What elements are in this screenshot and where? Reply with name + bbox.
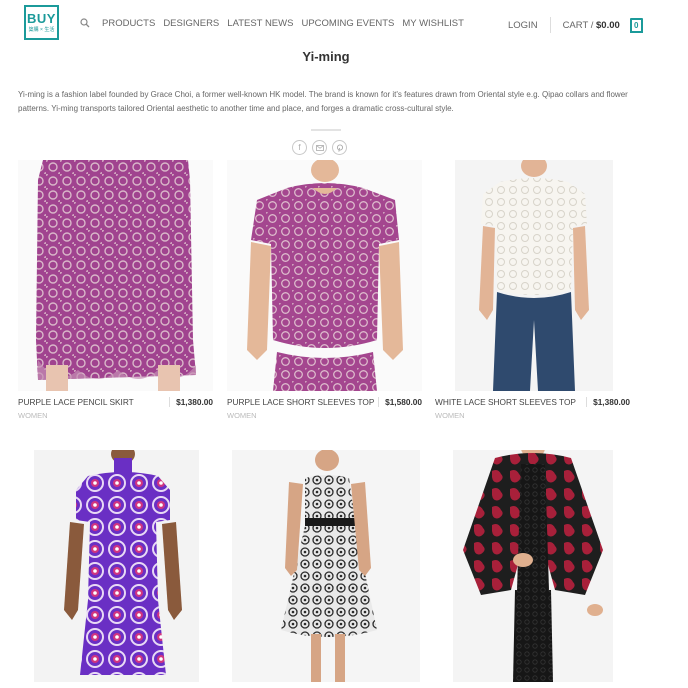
facebook-icon[interactable]: f bbox=[292, 140, 307, 155]
product-category[interactable]: WOMEN bbox=[227, 411, 257, 420]
product-image[interactable] bbox=[18, 450, 213, 682]
nav-my-wishlist[interactable]: MY WISHLIST bbox=[402, 18, 464, 29]
cart-icon[interactable]: 0 bbox=[629, 17, 643, 33]
product-card[interactable] bbox=[227, 450, 422, 682]
cart-count: 0 bbox=[634, 20, 639, 30]
main-nav: PRODUCTS DESIGNERS LATEST NEWS UPCOMING … bbox=[79, 17, 464, 29]
product-image[interactable] bbox=[227, 450, 422, 682]
nav-products[interactable]: PRODUCTS bbox=[102, 18, 155, 29]
product-card[interactable]: PURPLE LACE PENCIL SKIRT $1,380.00 WOMEN bbox=[18, 160, 213, 420]
product-category[interactable]: WOMEN bbox=[18, 411, 48, 420]
product-name[interactable]: WHITE LACE SHORT SLEEVES TOP bbox=[435, 397, 576, 407]
product-price: $1,580.00 bbox=[378, 397, 422, 407]
product-image[interactable] bbox=[227, 160, 422, 391]
product-image[interactable] bbox=[435, 450, 630, 682]
product-name[interactable]: PURPLE LACE SHORT SLEEVES TOP bbox=[227, 397, 374, 407]
nav-divider bbox=[549, 17, 551, 33]
product-card[interactable] bbox=[18, 450, 213, 682]
product-category[interactable]: WOMEN bbox=[435, 411, 465, 420]
nav-latest-news[interactable]: LATEST NEWS bbox=[227, 18, 293, 29]
site-logo[interactable]: BUY 築購 × 生活 bbox=[24, 5, 59, 40]
share-buttons: f bbox=[292, 140, 347, 155]
login-link[interactable]: LOGIN bbox=[508, 20, 538, 31]
nav-upcoming-events[interactable]: UPCOMING EVENTS bbox=[301, 18, 394, 29]
designer-description: Yi-ming is a fashion label founded by Gr… bbox=[18, 90, 628, 113]
product-image[interactable] bbox=[435, 160, 630, 391]
title-divider bbox=[311, 129, 341, 131]
cart-link[interactable]: CART / $0.00 bbox=[563, 20, 620, 31]
account-nav: LOGIN CART / $0.00 0 bbox=[508, 17, 643, 33]
cart-label: CART / bbox=[562, 19, 594, 31]
email-icon[interactable] bbox=[312, 140, 327, 155]
product-price: $1,380.00 bbox=[169, 397, 213, 407]
logo-text: BUY bbox=[27, 11, 56, 26]
product-card[interactable]: PURPLE LACE SHORT SLEEVES TOP $1,580.00 … bbox=[227, 160, 422, 420]
product-price: $1,380.00 bbox=[586, 397, 630, 407]
nav-designers[interactable]: DESIGNERS bbox=[163, 18, 219, 29]
pinterest-icon[interactable] bbox=[332, 140, 347, 155]
product-name[interactable]: PURPLE LACE PENCIL SKIRT bbox=[18, 397, 134, 407]
logo-subtext: 築購 × 生活 bbox=[28, 27, 55, 33]
product-card[interactable] bbox=[435, 450, 630, 682]
product-card[interactable]: WHITE LACE SHORT SLEEVES TOP $1,380.00 W… bbox=[435, 160, 630, 420]
page-title: Yi-ming bbox=[302, 49, 350, 64]
search-icon[interactable] bbox=[79, 17, 91, 29]
cart-total: $0.00 bbox=[596, 19, 620, 31]
product-image[interactable] bbox=[18, 160, 213, 391]
